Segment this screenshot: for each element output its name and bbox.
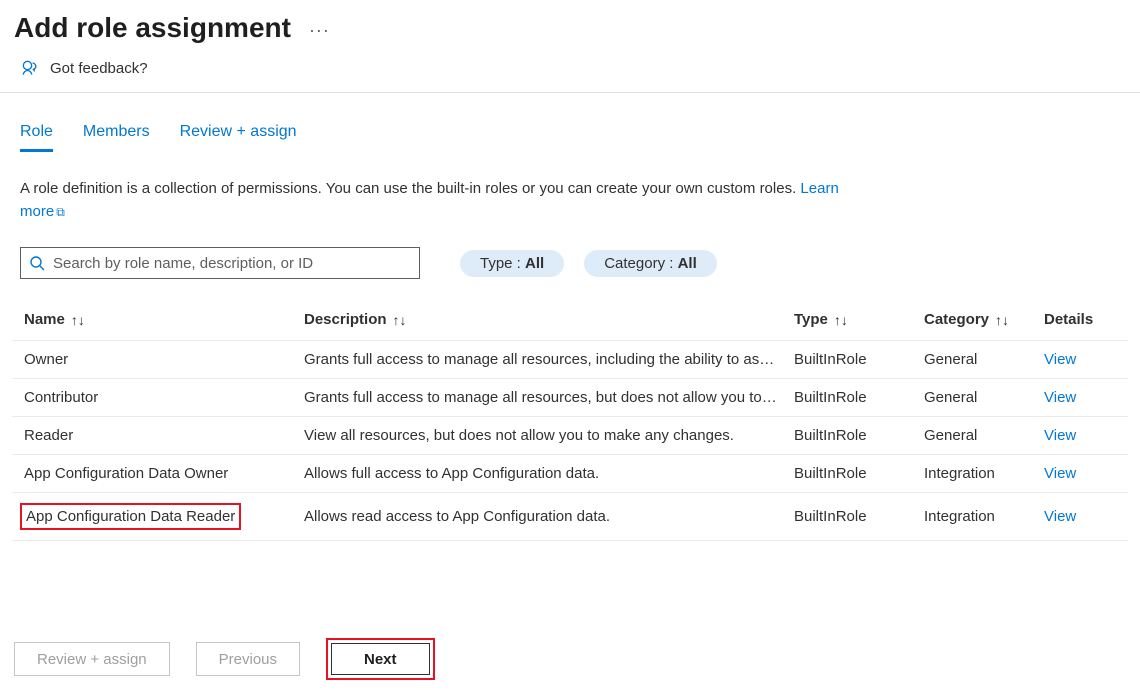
- feedback-label: Got feedback?: [50, 60, 148, 77]
- filter-type-label: Type :: [480, 255, 521, 272]
- feedback-bar[interactable]: Got feedback?: [0, 50, 1140, 93]
- cell-category: Integration: [924, 508, 1044, 525]
- cell-description: Grants full access to manage all resourc…: [304, 389, 794, 406]
- review-assign-button[interactable]: Review + assign: [14, 642, 170, 676]
- view-link[interactable]: View: [1044, 351, 1114, 368]
- view-link[interactable]: View: [1044, 465, 1114, 482]
- next-button[interactable]: Next: [331, 643, 430, 675]
- cell-category: General: [924, 389, 1044, 406]
- cell-category: Integration: [924, 465, 1044, 482]
- sort-icon[interactable]: ↑↓: [834, 312, 848, 328]
- sort-icon[interactable]: ↑↓: [393, 312, 407, 328]
- feedback-icon: [20, 58, 40, 78]
- cell-type: BuiltInRole: [794, 427, 924, 444]
- cell-type: BuiltInRole: [794, 389, 924, 406]
- cell-category: General: [924, 351, 1044, 368]
- cell-description: Allows full access to App Configuration …: [304, 465, 794, 482]
- column-details: Details: [1044, 311, 1114, 328]
- filter-category-label: Category :: [604, 255, 673, 272]
- sort-icon[interactable]: ↑↓: [71, 312, 85, 328]
- more-actions-button[interactable]: ···: [309, 16, 330, 41]
- filter-type-value: All: [525, 255, 544, 272]
- cell-name: Contributor: [24, 389, 304, 406]
- column-category[interactable]: Category↑↓: [924, 311, 1044, 328]
- cell-name: Owner: [24, 351, 304, 368]
- filter-category-pill[interactable]: Category : All: [584, 250, 717, 277]
- tab-review-assign[interactable]: Review + assign: [180, 123, 297, 152]
- table-row[interactable]: App Configuration Data OwnerAllows full …: [12, 455, 1128, 493]
- cell-description: Grants full access to manage all resourc…: [304, 351, 794, 368]
- table-row[interactable]: ReaderView all resources, but does not a…: [12, 417, 1128, 455]
- search-input-container[interactable]: [20, 247, 420, 279]
- filter-type-pill[interactable]: Type : All: [460, 250, 564, 277]
- filter-category-value: All: [678, 255, 697, 272]
- cell-name: Reader: [24, 427, 304, 444]
- description-text: A role definition is a collection of per…: [20, 180, 800, 197]
- table-row[interactable]: App Configuration Data ReaderAllows read…: [12, 493, 1128, 541]
- table-row[interactable]: ContributorGrants full access to manage …: [12, 379, 1128, 417]
- cell-description: Allows read access to App Configuration …: [304, 508, 794, 525]
- search-input[interactable]: [51, 254, 411, 273]
- view-link[interactable]: View: [1044, 508, 1114, 525]
- previous-button[interactable]: Previous: [196, 642, 300, 676]
- cell-type: BuiltInRole: [794, 508, 924, 525]
- search-icon: [29, 255, 45, 271]
- external-link-icon: ⧉: [56, 205, 65, 219]
- sort-icon[interactable]: ↑↓: [995, 312, 1009, 328]
- highlighted-role-name: App Configuration Data Reader: [20, 503, 241, 530]
- column-description[interactable]: Description↑↓: [304, 311, 794, 328]
- column-name[interactable]: Name↑↓: [24, 311, 304, 328]
- tab-members[interactable]: Members: [83, 123, 150, 152]
- role-description: A role definition is a collection of per…: [0, 152, 880, 223]
- cell-name: App Configuration Data Reader: [24, 503, 304, 530]
- cell-type: BuiltInRole: [794, 465, 924, 482]
- cell-category: General: [924, 427, 1044, 444]
- cell-type: BuiltInRole: [794, 351, 924, 368]
- page-title: Add role assignment: [14, 12, 291, 44]
- tab-role[interactable]: Role: [20, 123, 53, 152]
- view-link[interactable]: View: [1044, 427, 1114, 444]
- cell-description: View all resources, but does not allow y…: [304, 427, 794, 444]
- cell-name: App Configuration Data Owner: [24, 465, 304, 482]
- table-row[interactable]: OwnerGrants full access to manage all re…: [12, 341, 1128, 379]
- next-button-highlight: Next: [326, 638, 435, 680]
- view-link[interactable]: View: [1044, 389, 1114, 406]
- column-type[interactable]: Type↑↓: [794, 311, 924, 328]
